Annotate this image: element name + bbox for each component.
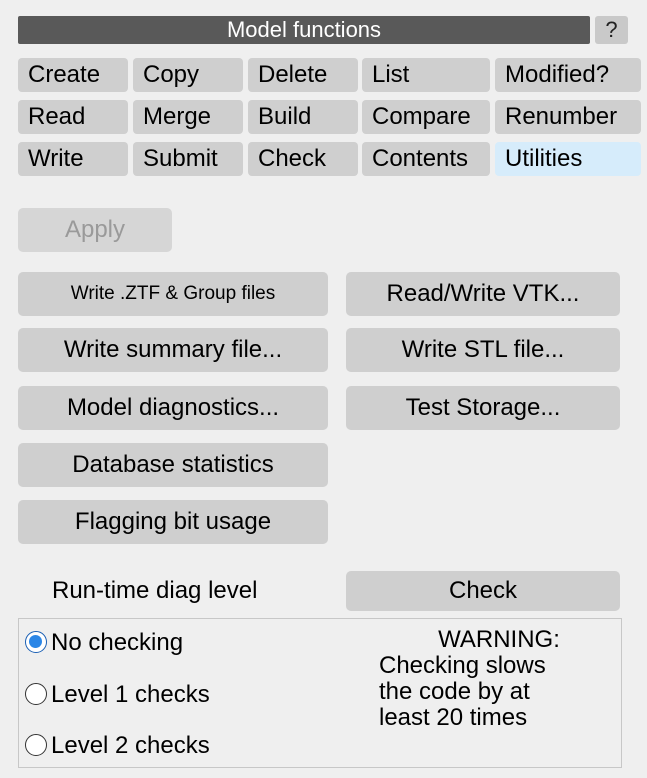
radio-level-1-checks[interactable]: Level 1 checks bbox=[25, 679, 210, 711]
tab-delete[interactable]: Delete bbox=[248, 58, 358, 92]
tab-merge[interactable]: Merge bbox=[133, 100, 243, 134]
radio-level-2-checks[interactable]: Level 2 checks bbox=[25, 730, 210, 762]
tab-submit[interactable]: Submit bbox=[133, 142, 243, 176]
diag-options-box: No checking Level 1 checks Level 2 check… bbox=[18, 618, 622, 768]
read-write-vtk-button[interactable]: Read/Write VTK... bbox=[346, 272, 620, 316]
write-summary-file-button[interactable]: Write summary file... bbox=[18, 328, 328, 372]
model-functions-panel: Model functions ? Create Copy Delete Lis… bbox=[0, 0, 647, 778]
radio-selected-icon bbox=[25, 630, 47, 653]
flagging-bit-usage-button[interactable]: Flagging bit usage bbox=[18, 500, 328, 544]
apply-button[interactable]: Apply bbox=[18, 208, 172, 252]
warning-line-3: least 20 times bbox=[379, 704, 528, 731]
tab-create[interactable]: Create bbox=[18, 58, 128, 92]
write-ztf-group-files-button[interactable]: Write .ZTF & Group files bbox=[18, 272, 328, 316]
database-statistics-button[interactable]: Database statistics bbox=[18, 443, 328, 487]
tab-list[interactable]: List bbox=[362, 58, 490, 92]
checking-warning: WARNING: Checking slows the code by at l… bbox=[379, 627, 609, 731]
tab-read[interactable]: Read bbox=[18, 100, 128, 134]
warning-title: WARNING: bbox=[438, 626, 560, 653]
radio-level-2-checks-label: Level 2 checks bbox=[51, 732, 210, 759]
radio-unselected-icon bbox=[25, 733, 47, 756]
tab-copy[interactable]: Copy bbox=[133, 58, 243, 92]
tab-check[interactable]: Check bbox=[248, 142, 358, 176]
tab-utilities[interactable]: Utilities bbox=[495, 142, 641, 176]
test-storage-button[interactable]: Test Storage... bbox=[346, 386, 620, 430]
radio-no-checking-label: No checking bbox=[51, 629, 184, 656]
tab-renumber[interactable]: Renumber bbox=[495, 100, 641, 134]
model-diagnostics-button[interactable]: Model diagnostics... bbox=[18, 386, 328, 430]
tab-contents[interactable]: Contents bbox=[362, 142, 490, 176]
radio-no-checking[interactable]: No checking bbox=[25, 627, 183, 659]
tab-modified[interactable]: Modified? bbox=[495, 58, 641, 92]
check-button[interactable]: Check bbox=[346, 571, 620, 611]
tab-write[interactable]: Write bbox=[18, 142, 128, 176]
panel-title: Model functions bbox=[18, 16, 590, 44]
run-time-diag-level-label: Run-time diag level bbox=[52, 577, 258, 604]
warning-line-2: the code by at bbox=[379, 678, 530, 705]
radio-level-1-checks-label: Level 1 checks bbox=[51, 681, 210, 708]
write-stl-file-button[interactable]: Write STL file... bbox=[346, 328, 620, 372]
warning-line-1: Checking slows bbox=[379, 652, 546, 679]
help-button[interactable]: ? bbox=[595, 16, 628, 44]
tab-compare[interactable]: Compare bbox=[362, 100, 490, 134]
tab-build[interactable]: Build bbox=[248, 100, 358, 134]
radio-unselected-icon bbox=[25, 682, 47, 705]
